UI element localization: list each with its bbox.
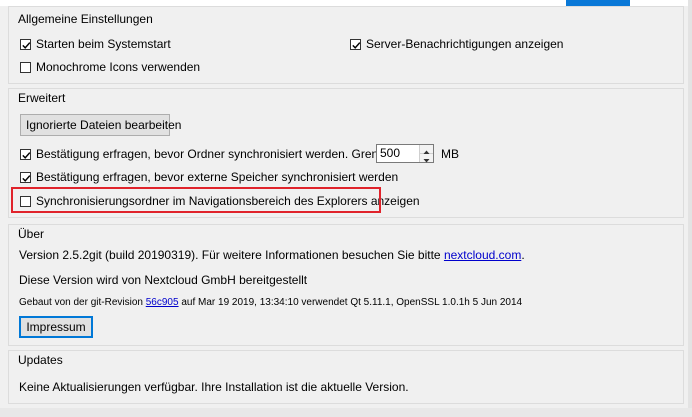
start-on-boot-checkbox[interactable]: [20, 38, 31, 50]
spin-buttons: [419, 145, 433, 163]
group-title-advanced: Erweitert: [18, 91, 66, 105]
build-info: Gebaut von der git-Revision 56c905 auf M…: [19, 297, 522, 308]
group-title-updates: Updates: [18, 353, 63, 367]
general-settings-group: Allgemeine Einstellungen Starten beim Sy…: [8, 6, 684, 84]
spin-up-icon[interactable]: [420, 145, 433, 154]
monochrome-icons-checkbox[interactable]: [20, 61, 31, 73]
about-group: Über Version 2.5.2git (build 20190319). …: [8, 224, 684, 346]
monochrome-icons-label: Monochrome Icons verwenden: [36, 60, 201, 74]
provided-by-text: Diese Version wird von Nextcloud GmbH be…: [19, 273, 308, 287]
confirm-external-label: Bestätigung erfragen, bevor externe Spei…: [36, 170, 399, 184]
confirm-folder-sync-checkbox[interactable]: [20, 148, 31, 160]
version-text: Version 2.5.2git (build 20190319). Für w…: [19, 248, 444, 262]
server-notifications-label: Server-Benachrichtigungen anzeigen: [366, 37, 564, 51]
server-notifications-checkbox[interactable]: [350, 38, 361, 50]
group-title-general: Allgemeine Einstellungen: [18, 12, 153, 26]
window-bottom-edge: [0, 408, 692, 417]
size-limit-value[interactable]: 500: [380, 147, 400, 160]
start-on-boot-label: Starten beim Systemstart: [36, 37, 171, 51]
version-info: Version 2.5.2git (build 20190319). Für w…: [19, 248, 525, 262]
build-text: Gebaut von der git-Revision: [19, 297, 146, 308]
build-suffix: auf Mar 19 2019, 13:34:10 verwendet Qt 5…: [178, 297, 523, 308]
monochrome-icons-option[interactable]: Monochrome Icons verwenden: [20, 59, 200, 75]
group-title-about: Über: [18, 227, 45, 241]
confirm-folder-sync-option[interactable]: Bestätigung erfragen, bevor Ordner synch…: [20, 146, 394, 162]
confirm-folder-sync-label: Bestätigung erfragen, bevor Ordner synch…: [36, 147, 395, 161]
server-notifications-option[interactable]: Server-Benachrichtigungen anzeigen: [350, 36, 563, 52]
ignored-files-button[interactable]: Ignorierte Dateien bearbeiten: [20, 114, 181, 136]
revision-link[interactable]: 56c905: [146, 297, 179, 308]
start-on-boot-option[interactable]: Starten beim Systemstart: [20, 36, 171, 52]
highlight-annotation: [11, 187, 381, 213]
size-limit-unit: MB: [441, 147, 459, 161]
size-limit-spinbox[interactable]: 500: [376, 144, 434, 163]
window-right-edge: [688, 0, 692, 417]
imprint-button[interactable]: Impressum: [19, 316, 93, 338]
spin-down-icon[interactable]: [420, 154, 433, 163]
confirm-external-option[interactable]: Bestätigung erfragen, bevor externe Spei…: [20, 169, 398, 185]
confirm-external-checkbox[interactable]: [20, 171, 31, 183]
version-suffix: .: [521, 248, 525, 262]
update-status-text: Keine Aktualisierungen verfügbar. Ihre I…: [19, 380, 409, 394]
website-link[interactable]: nextcloud.com: [444, 248, 521, 262]
updates-group: Updates Keine Aktualisierungen verfügbar…: [8, 350, 684, 404]
